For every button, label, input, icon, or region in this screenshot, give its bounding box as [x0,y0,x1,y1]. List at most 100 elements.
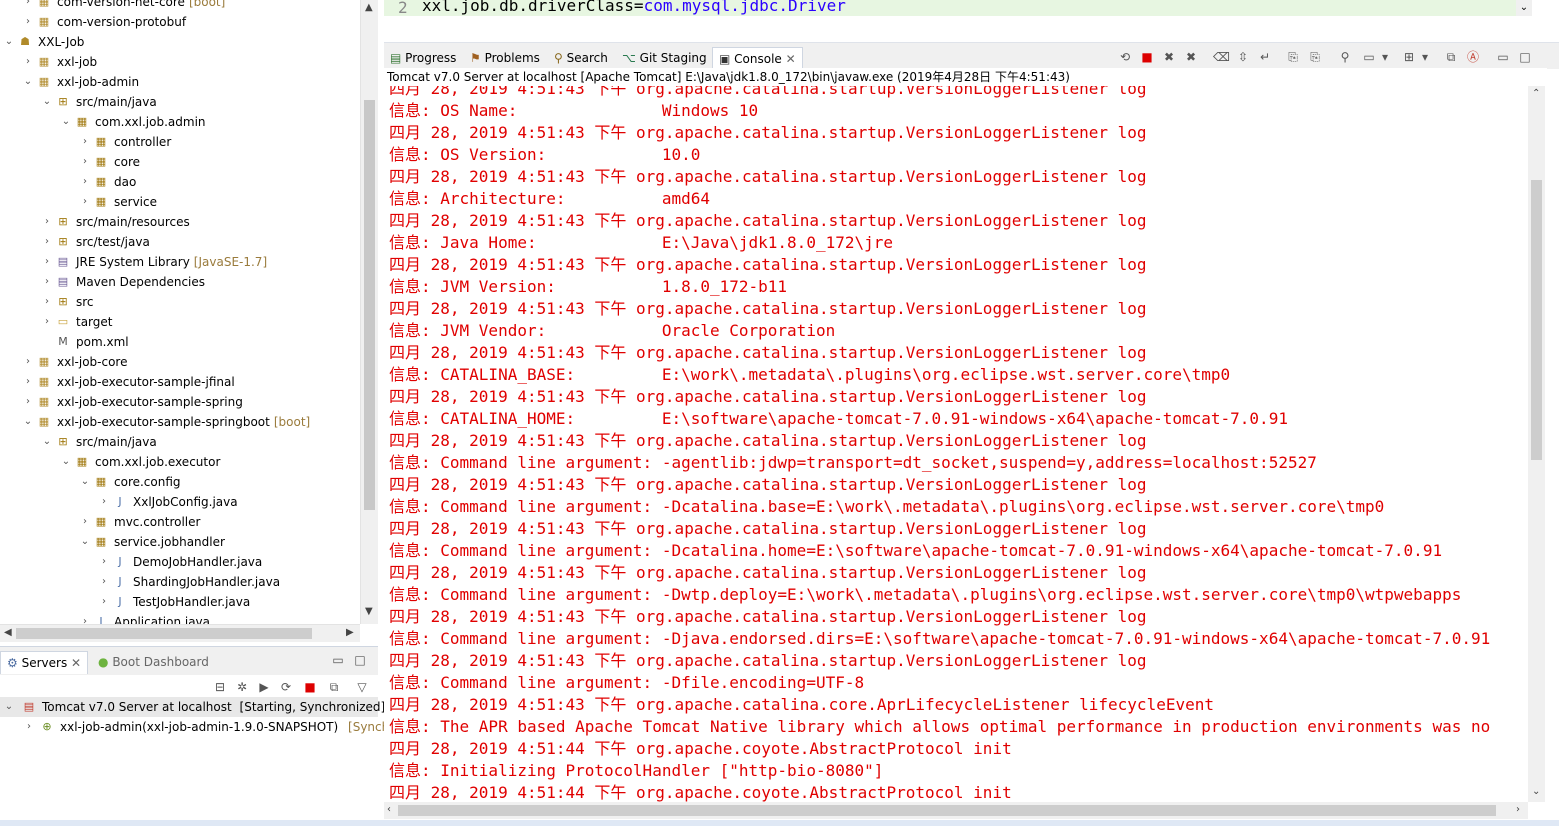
profile-server-icon[interactable]: ⟳ [278,679,294,695]
close-icon[interactable]: ✕ [71,656,81,670]
chevron-right-icon[interactable]: › [42,272,52,292]
chevron-right-icon[interactable]: › [99,552,109,572]
tree-item[interactable]: › ⊞ src/main/resources [0,212,360,232]
chevron-right-icon[interactable]: › [23,0,33,12]
tab-search[interactable]: ⚲ Search [552,47,610,69]
explorer-vertical-scrollbar[interactable]: ▲ ▼ [360,0,378,624]
tree-item[interactable]: ⌄ ▦ com.xxl.job.executor [0,452,360,472]
word-wrap-icon[interactable]: ↵ [1257,49,1273,65]
chevron-right-icon[interactable]: › [24,717,34,737]
tree-item[interactable]: › J ShardingJobHandler.java [0,572,360,592]
chevron-right-icon[interactable]: › [23,352,33,372]
scrollbar-thumb[interactable] [398,805,1496,816]
tab-problems[interactable]: ⚑ Problems [468,47,542,69]
tree-item[interactable]: ⌄ ⊞ src/main/java [0,92,360,112]
remove-launch-icon[interactable]: ✖ [1161,49,1177,65]
tree-item[interactable]: ⌄ ☗ XXL-Job [0,32,360,52]
explorer-horizontal-scrollbar[interactable]: ◀ ▶ [0,624,360,642]
chevron-down-icon[interactable]: ⌄ [61,452,71,472]
chevron-right-icon[interactable]: › [80,152,90,172]
console-output[interactable]: 四月 28, 2019 4:51:43 下午 org.apache.catali… [384,86,1528,802]
chevron-right-icon[interactable]: › [99,572,109,592]
chevron-right-icon[interactable]: › [42,292,52,312]
copy-icon[interactable]: ⧉ [1443,49,1459,65]
console-horizontal-scrollbar[interactable]: ‹ › [384,802,1528,819]
chevron-right-icon[interactable]: › [80,192,90,212]
scroll-up-icon[interactable]: ⌃ [1532,88,1540,99]
display-selected-console-icon[interactable]: ▭ [1361,49,1377,65]
close-icon[interactable]: ✕ [786,52,796,66]
chevron-down-icon[interactable]: ⌄ [23,412,33,432]
tree-item[interactable]: ⌄ ▦ xxl-job-executor-sample-springboot [boo… [0,412,360,432]
clear-console-icon[interactable]: ⌫ [1213,49,1230,65]
publish-icon[interactable]: ⧉ [326,679,342,695]
chevron-right-icon[interactable]: › [42,252,52,272]
chevron-down-icon[interactable]: ⌄ [4,32,14,52]
view-menu-icon[interactable]: ▽ [354,679,370,695]
tab-boot-dashboard[interactable]: ● Boot Dashboard [92,651,215,673]
tree-item[interactable]: › ▦ mvc.controller [0,512,360,532]
chevron-right-icon[interactable]: › [42,312,52,332]
module-row[interactable]: › ⊕ xxl-job-admin(xxl-job-admin-1.9.0-SN… [0,717,389,737]
debug-server-icon[interactable]: ✲ [234,679,250,695]
remote-icon[interactable]: Ⓐ [1465,49,1481,65]
tree-item[interactable]: › ▦ com-version-protobuf [0,12,360,32]
tree-item[interactable]: › ▦ core [0,152,360,172]
tree-item[interactable]: Mpom.xml [0,332,360,352]
open-console-icon[interactable]: ⊞ [1401,49,1417,65]
chevron-down-icon[interactable]: ⌄ [61,112,71,132]
editor-current-line[interactable]: 2 xxl.job.db.driverClass=com.mysql.jdbc.… [384,0,1516,17]
tree-item[interactable]: › ▭ target [0,312,360,332]
tab-console[interactable]: ▣ Console ✕ [712,47,803,70]
chevron-right-icon[interactable]: › [99,492,109,512]
tree-item[interactable]: › ▦ xxl-job [0,52,360,72]
tab-servers[interactable]: ⚙ Servers ✕ [0,651,89,674]
server-row[interactable]: ⌄ ▤ Tomcat v7.0 Server at localhost [Sta… [0,697,385,717]
tree-item[interactable]: › ▦ com-version-net-core [boot] [0,0,360,12]
show-console-on-stderr-icon[interactable]: ⎘ [1307,49,1323,65]
tree-item[interactable]: › ▦ xxl-job-executor-sample-spring [0,392,360,412]
tree-item[interactable]: › ▦ dao [0,172,360,192]
show-console-on-stdout-icon[interactable]: ⎘ [1285,49,1301,65]
maximize-icon[interactable]: □ [352,652,368,668]
chevron-down-icon[interactable]: ▾ [1417,49,1433,65]
scroll-down-icon[interactable]: ▼ [365,606,373,617]
tree-item[interactable]: › ⊞ src/test/java [0,232,360,252]
chevron-right-icon[interactable]: › [42,212,52,232]
tab-git-staging[interactable]: ⌥ Git Staging [620,47,709,69]
scroll-right-icon[interactable]: ▶ [346,627,354,638]
chevron-right-icon[interactable]: › [80,512,90,532]
tree-item[interactable]: › ▤ JRE System Library [JavaSE-1.7] [0,252,360,272]
tree-item[interactable]: ⌄ ⊞ src/main/java [0,432,360,452]
scrollbar-thumb[interactable] [364,100,375,510]
chevron-right-icon[interactable]: › [23,12,33,32]
tree-item[interactable]: › J XxlJobConfig.java [0,492,360,512]
tree-item[interactable]: › ▦ xxl-job-core [0,352,360,372]
chevron-right-icon[interactable]: › [99,592,109,612]
chevron-down-icon[interactable]: ⌄ [42,92,52,112]
chevron-right-icon[interactable]: › [42,232,52,252]
chevron-right-icon[interactable]: › [80,132,90,152]
maximize-icon[interactable]: □ [1517,49,1533,65]
tree-item[interactable]: › ⊞ src [0,292,360,312]
chevron-down-icon[interactable]: ⌄ [4,697,14,717]
tab-progress[interactable]: ▤ Progress [388,47,458,69]
code-line[interactable]: xxl.job.db.driverClass=com.mysql.jdbc.Dr… [422,0,846,15]
collapse-all-icon[interactable]: ⊟ [212,679,228,695]
scroll-up-icon[interactable]: ▲ [365,2,373,13]
scrollbar-thumb[interactable] [16,628,312,639]
tree-item[interactable]: ⌄ ▦ com.xxl.job.admin [0,112,360,132]
tree-item[interactable]: ⌄ ▦ service.jobhandler [0,532,360,552]
scroll-right-icon[interactable]: › [1516,804,1520,815]
minimize-icon[interactable]: ▭ [1495,49,1511,65]
tree-item[interactable]: › ▦ controller [0,132,360,152]
chevron-down-icon[interactable]: ⌄ [80,472,90,492]
scrollbar-thumb[interactable] [1531,180,1542,460]
scroll-left-icon[interactable]: ‹ [387,804,391,815]
tree-item[interactable]: › J TestJobHandler.java [0,592,360,612]
remove-all-terminated-icon[interactable]: ✖ [1183,49,1199,65]
pin-console-icon[interactable]: ⚲ [1337,49,1353,65]
stop-server-icon[interactable]: ■ [302,679,318,695]
tree-item[interactable]: ⌄ ▦ core.config [0,472,360,492]
chevron-down-icon[interactable]: ⌄ [42,432,52,452]
